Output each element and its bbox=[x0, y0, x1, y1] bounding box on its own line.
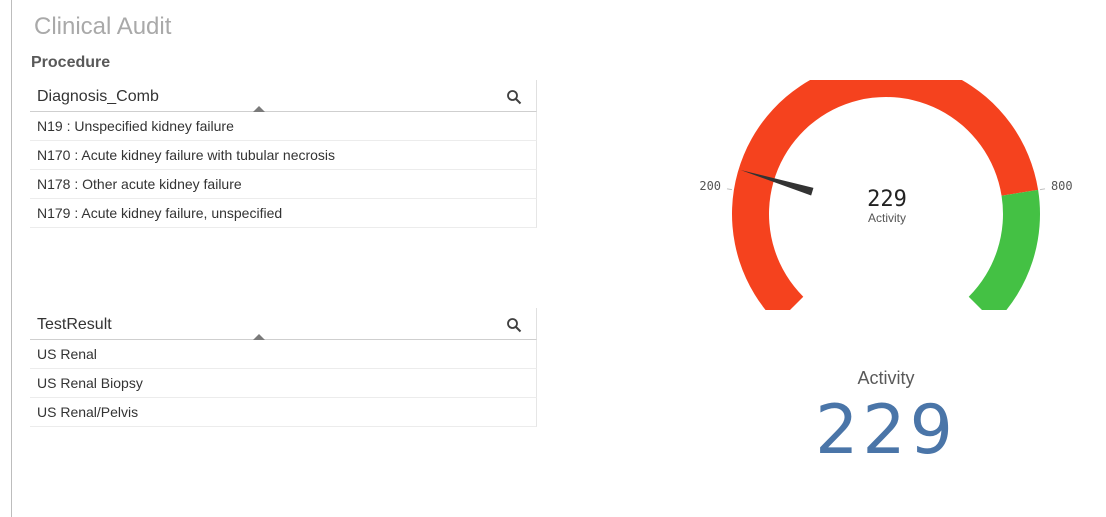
list-item[interactable]: US Renal Biopsy bbox=[30, 369, 537, 398]
activity-kpi: Activity 229 bbox=[736, 368, 1036, 470]
gauge-segment bbox=[968, 189, 1040, 323]
diagnosis-listbox-header[interactable]: Diagnosis_Comb bbox=[30, 80, 537, 112]
list-item[interactable]: N170 : Acute kidney failure with tubular… bbox=[30, 141, 537, 170]
list-item[interactable]: N178 : Other acute kidney failure bbox=[30, 170, 537, 199]
diagnosis-listbox[interactable]: Diagnosis_Comb N19 : Unspecified kidney … bbox=[30, 80, 537, 228]
diagnosis-listbox-title: Diagnosis_Comb bbox=[37, 88, 159, 105]
gauge-tick-label: 800 bbox=[1051, 179, 1073, 193]
gauge-tick-label: 200 bbox=[699, 179, 721, 193]
list-item[interactable]: N179 : Acute kidney failure, unspecified bbox=[30, 199, 537, 228]
testresult-listbox-title: TestResult bbox=[37, 316, 112, 333]
list-item[interactable]: US Renal/Pelvis bbox=[30, 398, 537, 427]
activity-gauge[interactable]: 02004006008001k 229 Activity bbox=[690, 48, 1090, 346]
gauge-svg: 02004006008001k 229 Activity bbox=[699, 48, 1073, 346]
sheet-left-border bbox=[11, 0, 12, 517]
testresult-listbox-header[interactable]: TestResult bbox=[30, 308, 537, 340]
sort-arrow-icon bbox=[253, 106, 265, 112]
search-icon[interactable] bbox=[506, 89, 522, 105]
kpi-label: Activity bbox=[857, 368, 915, 388]
search-icon[interactable] bbox=[506, 317, 522, 333]
page-title: Clinical Audit bbox=[34, 13, 172, 40]
testresult-listbox[interactable]: TestResult US Renal US Renal Biopsy US R… bbox=[30, 308, 537, 427]
list-item[interactable]: US Renal bbox=[30, 340, 537, 369]
sort-arrow-icon bbox=[253, 334, 265, 340]
gauge-tick bbox=[726, 188, 732, 191]
gauge-tick bbox=[1040, 188, 1046, 191]
gauge-measure-label: Activity bbox=[868, 211, 906, 225]
list-item[interactable]: N19 : Unspecified kidney failure bbox=[30, 112, 537, 141]
gauge-value: 229 bbox=[867, 187, 907, 212]
procedure-section-label: Procedure bbox=[31, 54, 111, 71]
kpi-value: 229 bbox=[815, 391, 957, 470]
